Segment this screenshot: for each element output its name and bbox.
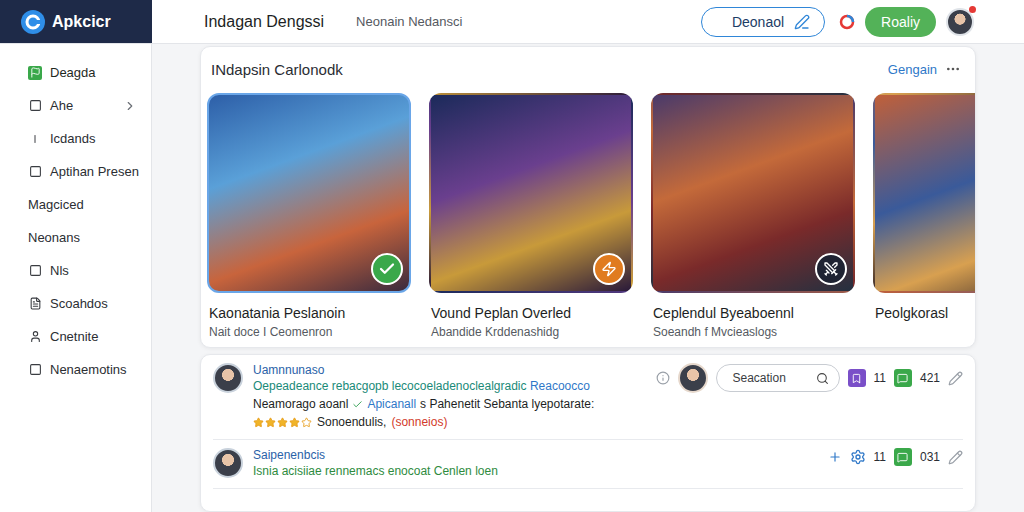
- app-page: Apkcicr Indagan Dengssi Neonain Nedansci De…: [0, 0, 1024, 512]
- post-text: Oepeadeance rebacgopb lecocoeladenocleal…: [253, 379, 648, 393]
- author-avatar[interactable]: [213, 363, 243, 393]
- swords-icon: [823, 261, 839, 277]
- primary-button[interactable]: Roaliy: [865, 7, 936, 37]
- star-icon: [301, 417, 312, 428]
- sidebar-item[interactable]: Aptihan Presen: [0, 155, 151, 188]
- flag-icon: [30, 67, 41, 78]
- pen-icon: [794, 14, 810, 30]
- count: 031: [920, 450, 940, 464]
- game-title: Ceplendul Byeaboennl: [651, 305, 855, 321]
- star-icon: [277, 417, 288, 428]
- pencil-icon[interactable]: [948, 450, 963, 465]
- top-bar: Apkcicr Indagan Dengssi Neonain Nedansci De…: [0, 0, 1024, 44]
- account-icon[interactable]: [839, 14, 855, 30]
- gear-icon[interactable]: [850, 449, 866, 465]
- author-avatar[interactable]: [213, 448, 243, 478]
- author-name[interactable]: Saipenenbcis: [253, 448, 820, 462]
- star-icon: [265, 417, 276, 428]
- comment-icon[interactable]: [894, 369, 912, 387]
- game-title: Vound Peplan Overled: [429, 305, 633, 321]
- feed-post: Saipenenbcis Isnia acisiiae rennemacs eno…: [213, 440, 963, 489]
- game-art: [651, 93, 855, 293]
- sidebar-item[interactable]: Deagda: [0, 56, 151, 89]
- sidebar: DeagdaAheIcdandsAptihan PresenMagcicedNe…: [0, 44, 152, 512]
- game-art: [429, 93, 633, 293]
- game-title: Peolgkorasl: [873, 305, 975, 321]
- sidebar-item[interactable]: Scoahdos: [0, 287, 151, 320]
- post-link[interactable]: Reacoocco: [530, 379, 590, 393]
- section-title: INdapsin Carlonodk: [211, 61, 343, 78]
- pencil-icon[interactable]: [948, 371, 963, 386]
- star-icon: [289, 417, 300, 428]
- game-tile[interactable]: Vound Peplan Overled Abandide Krddenashid…: [429, 93, 633, 339]
- page-title: Indagan Dengssi: [204, 13, 324, 31]
- sidebar-item[interactable]: Icdands: [0, 122, 151, 155]
- more-icon[interactable]: [945, 61, 961, 77]
- outline-button[interactable]: Deonaol: [701, 7, 825, 37]
- feed: Uamnnunaso Oepeadeance rebacgopb lecocoel…: [200, 354, 976, 512]
- count: 421: [920, 371, 940, 385]
- checkbox-icon: [29, 363, 42, 376]
- search-field[interactable]: Neonain Nedansci: [346, 8, 546, 36]
- comment-icon[interactable]: [894, 448, 912, 466]
- user-avatar[interactable]: [946, 8, 974, 36]
- search-field[interactable]: Seacation: [716, 364, 840, 392]
- notification-dot: [969, 6, 976, 13]
- user-avatar[interactable]: [678, 363, 708, 393]
- feed-post: Uamnnunaso Oepeadeance rebacgopb lecocoel…: [213, 355, 963, 440]
- plus-icon[interactable]: [828, 450, 842, 464]
- game-subtitle: Abandide Krddenashidg: [429, 325, 633, 339]
- count: 11: [874, 371, 886, 385]
- game-tile[interactable]: Ceplendul Byeaboennl Soeandh f Mvcieaslog…: [651, 93, 855, 339]
- sidebar-item[interactable]: Nls: [0, 254, 151, 287]
- post-body: Neamorago aoanlApicanalls Pahenetit Seba…: [253, 397, 963, 411]
- author-name[interactable]: Uamnnunaso: [253, 363, 648, 377]
- sidebar-item[interactable]: Nenaemotins: [0, 353, 151, 386]
- search-icon: [816, 372, 829, 385]
- document-icon: [29, 297, 42, 310]
- section-link[interactable]: Gengain: [888, 61, 961, 77]
- logo-icon: [20, 9, 46, 35]
- chevron-icon[interactable]: [123, 99, 137, 113]
- games-section: INdapsin Carlonodk Gengain Kaonatania Pesl…: [200, 46, 976, 348]
- check-icon: [378, 260, 396, 278]
- rating: Sonoendulis,(sonneios): [253, 415, 963, 429]
- user-icon: [29, 330, 42, 343]
- game-badge: [593, 253, 625, 285]
- body-link[interactable]: Apicanall: [367, 397, 416, 411]
- game-badge: [815, 253, 847, 285]
- sidebar-item[interactable]: Cnetnite: [0, 320, 151, 353]
- info-icon[interactable]: [656, 371, 670, 385]
- game-subtitle: Nait doce I Ceomenron: [207, 325, 411, 339]
- bolt-icon: [601, 261, 617, 277]
- game-art: [207, 93, 411, 293]
- logo[interactable]: Apkcicr: [0, 0, 152, 43]
- checkbox-icon: [29, 165, 42, 178]
- post-text: Isnia acisiiae rennemacs enocoat Cenlen …: [253, 464, 820, 478]
- game-title: Kaonatania Peslanoin: [207, 305, 411, 321]
- game-tile[interactable]: Kaonatania Peslanoin Nait doce I Ceomenro…: [207, 93, 411, 339]
- sidebar-item[interactable]: Ahe: [0, 89, 151, 122]
- checkbox-icon: [29, 99, 42, 112]
- verified-icon: [352, 399, 363, 410]
- star-icon: [253, 417, 264, 428]
- count: 11: [874, 450, 886, 464]
- game-tile[interactable]: Peolgkorasl: [873, 93, 975, 339]
- game-art: [873, 93, 975, 293]
- sidebar-item[interactable]: Neonans: [0, 221, 151, 254]
- checkbox-icon: [29, 264, 42, 277]
- sidebar-item[interactable]: Magciced: [0, 188, 151, 221]
- bar-icon: [29, 133, 41, 145]
- bookmark-icon[interactable]: [848, 369, 866, 387]
- game-badge: [371, 253, 403, 285]
- game-subtitle: Soeandh f Mvcieaslogs: [651, 325, 855, 339]
